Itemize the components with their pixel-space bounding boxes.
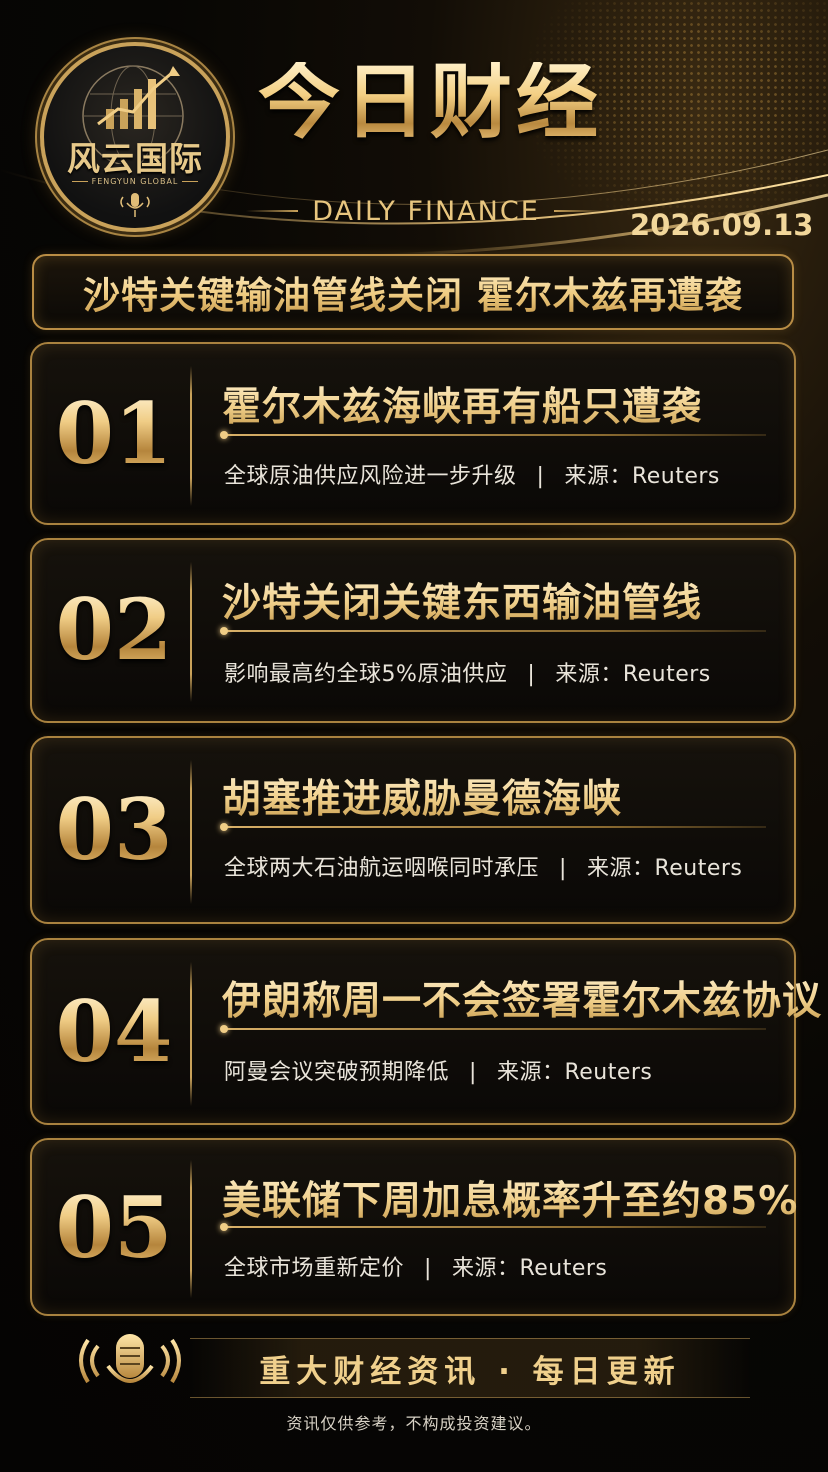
news-card[interactable]: 04 伊朗称周一不会签署霍尔木兹协议 阿曼会议突破预期降低 | 来源：Reuters bbox=[30, 938, 821, 1125]
news-detail-line: 影响最高约全球5%原油供应 | 来源：Reuters bbox=[224, 656, 711, 688]
podcast-microphone-icon bbox=[79, 1334, 181, 1408]
card-divider bbox=[190, 1160, 192, 1298]
issue-date: 2026.09.13 bbox=[630, 208, 814, 242]
detail-separator: | bbox=[424, 1256, 432, 1281]
page-subtitle: DAILY FINANCE bbox=[312, 195, 540, 227]
detail-separator: | bbox=[536, 464, 545, 489]
news-detail-line: 阿曼会议突破预期降低 | 来源：Reuters bbox=[224, 1054, 652, 1086]
news-detail: 全球原油供应风险进一步升级 bbox=[224, 464, 517, 489]
logo-subtitle: FENGYUN GLOBAL bbox=[44, 177, 226, 186]
news-detail: 全球市场重新定价 bbox=[224, 1256, 405, 1281]
news-card[interactable]: 05 美联储下周加息概率升至约85% 全球市场重新定价 | 来源：Reuters bbox=[30, 1138, 798, 1316]
news-card[interactable]: 02 沙特关闭关键东西输油管线 影响最高约全球5%原油供应 | 来源：Reuters bbox=[30, 538, 796, 723]
headline-rule bbox=[220, 1223, 766, 1231]
subtitle-divider-right bbox=[553, 210, 606, 212]
logo-name: 风云国际 bbox=[67, 139, 203, 178]
detail-separator: | bbox=[559, 856, 567, 881]
news-source: 来源：Reuters bbox=[496, 1060, 653, 1085]
card-divider bbox=[190, 366, 192, 506]
disclaimer: 资讯仅供参考，不构成投资建议。 bbox=[286, 1414, 542, 1433]
page-title: 今日财经 bbox=[240, 62, 620, 144]
detail-separator: | bbox=[469, 1060, 477, 1085]
news-card[interactable]: 03 胡塞推进威胁曼德海峡 全球两大石油航运咽喉同时承压 | 来源：Reuters bbox=[30, 736, 796, 924]
news-headline: 霍尔木兹海峡再有船只遭袭 bbox=[222, 376, 702, 432]
headline-rule bbox=[220, 1025, 766, 1033]
news-headline: 胡塞推进威胁曼德海峡 bbox=[222, 768, 622, 824]
headline-rule bbox=[220, 431, 766, 439]
card-divider bbox=[190, 962, 192, 1106]
news-detail-line: 全球市场重新定价 | 来源：Reuters bbox=[224, 1250, 607, 1282]
news-headline: 美联储下周加息概率升至约85% bbox=[222, 1170, 798, 1226]
news-headline: 伊朗称周一不会签署霍尔木兹协议 bbox=[222, 970, 822, 1026]
banner-text: 沙特关键输油管线关闭 霍尔木兹再遭袭 bbox=[83, 265, 743, 319]
news-number: 01 bbox=[32, 392, 196, 476]
subtitle-divider-left bbox=[246, 210, 299, 212]
news-detail: 全球两大石油航运咽喉同时承压 bbox=[224, 856, 540, 881]
news-number: 03 bbox=[32, 788, 196, 872]
subtitle-row: DAILY FINANCE bbox=[246, 194, 606, 228]
news-source: 来源：Reuters bbox=[564, 464, 720, 489]
headline-banner: 沙特关键输油管线关闭 霍尔木兹再遭袭 bbox=[32, 254, 794, 330]
headline-rule bbox=[220, 823, 766, 831]
news-card[interactable]: 01 霍尔木兹海峡再有船只遭袭 全球原油供应风险进一步升级 | 来源：Reuters bbox=[30, 342, 796, 525]
news-headline: 沙特关闭关键东西输油管线 bbox=[222, 572, 702, 628]
microphone-icon bbox=[120, 193, 150, 217]
news-number: 04 bbox=[32, 990, 196, 1074]
news-number: 05 bbox=[32, 1186, 196, 1270]
news-source: 来源：Reuters bbox=[586, 856, 743, 881]
detail-separator: | bbox=[527, 662, 536, 687]
card-divider bbox=[190, 760, 192, 904]
news-detail: 影响最高约全球5%原油供应 bbox=[224, 662, 508, 687]
news-detail-line: 全球原油供应风险进一步升级 | 来源：Reuters bbox=[224, 458, 720, 490]
headline-rule bbox=[220, 627, 766, 635]
brand-logo: 风云国际 FENGYUN GLOBAL bbox=[40, 42, 230, 232]
news-detail: 阿曼会议突破预期降低 bbox=[224, 1060, 450, 1085]
footer-slogan: 重大财经资讯 · 每日更新 bbox=[259, 1353, 681, 1390]
news-source: 来源：Reuters bbox=[451, 1256, 608, 1281]
news-number: 02 bbox=[32, 588, 196, 672]
footer-slogan-bar: 重大财经资讯 · 每日更新 bbox=[190, 1338, 750, 1398]
news-source: 来源：Reuters bbox=[555, 662, 711, 687]
news-detail-line: 全球两大石油航运咽喉同时承压 | 来源：Reuters bbox=[224, 850, 742, 882]
card-divider bbox=[190, 562, 192, 702]
